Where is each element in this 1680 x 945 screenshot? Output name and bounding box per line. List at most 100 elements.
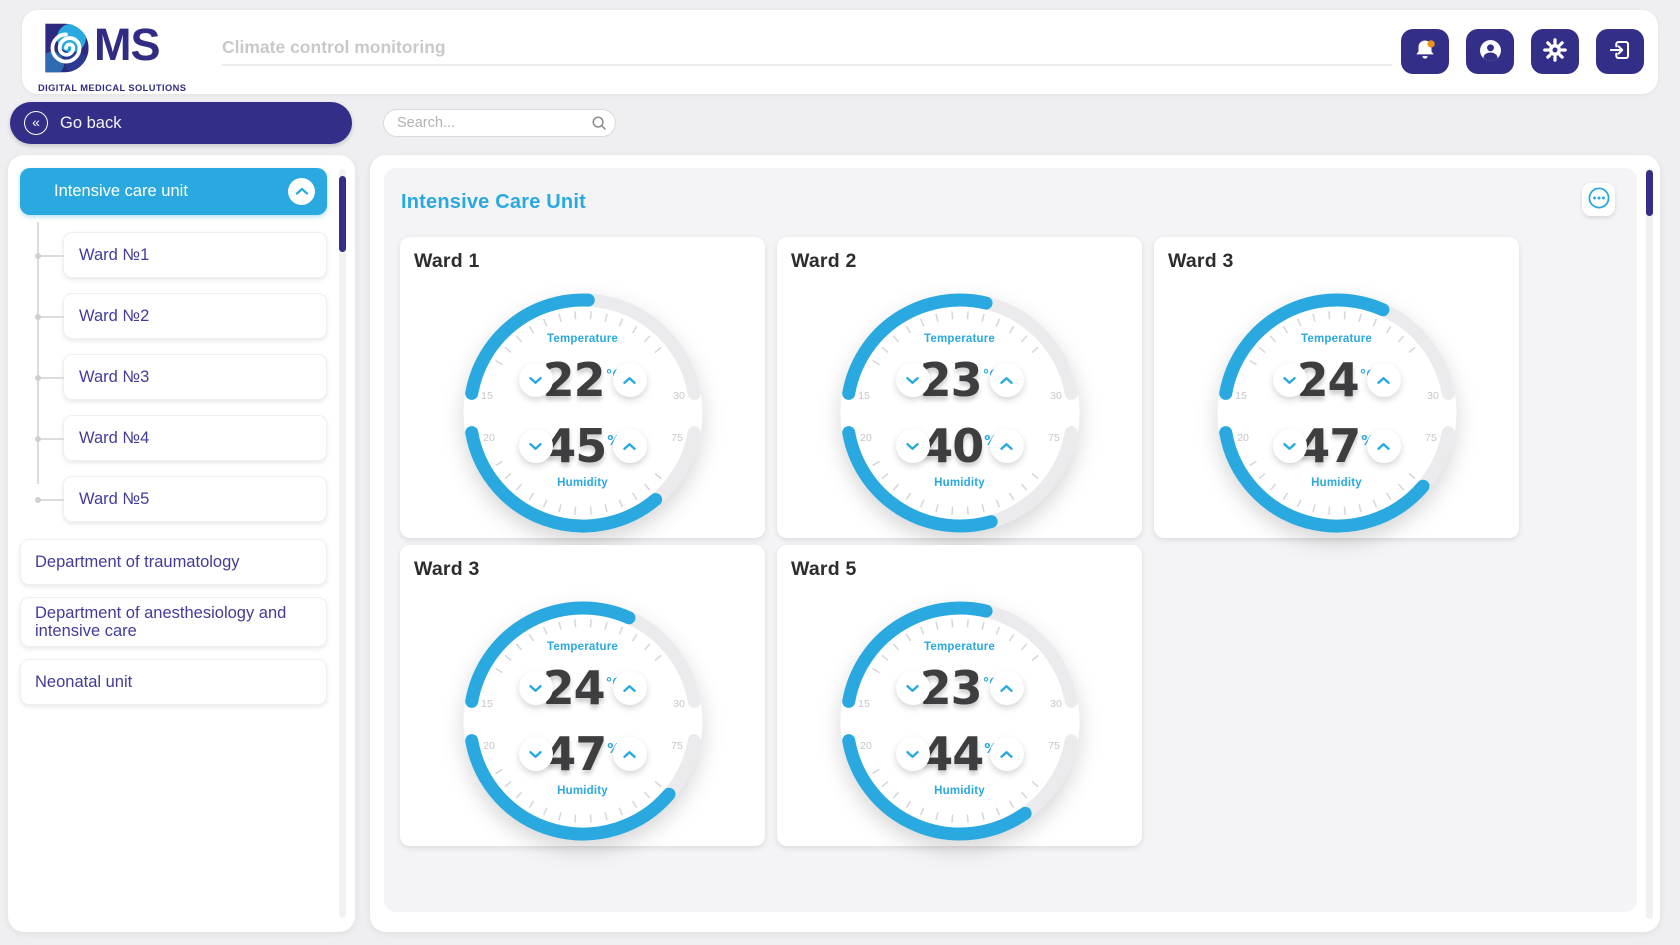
- sidebar-item-ward-1[interactable]: Ward №1: [35, 232, 327, 278]
- temperature-increase-button[interactable]: [1366, 363, 1401, 397]
- sidebar-item-intensive-care-unit[interactable]: Intensive care unit: [20, 168, 327, 215]
- climate-gauge: 15302075Temperature 23°C 40% Humidity: [834, 287, 1086, 539]
- chevron-down-icon: [528, 439, 543, 454]
- humidity-decrease-button[interactable]: [518, 737, 553, 771]
- department-nav-list: Department of traumatology Department of …: [20, 539, 327, 717]
- chevron-down-icon: [528, 747, 543, 762]
- humidity-value: 47%: [457, 731, 709, 789]
- humidity-value: 40%: [834, 423, 1086, 481]
- notifications-button[interactable]: [1401, 29, 1449, 74]
- humidity-label: Humidity: [1311, 477, 1362, 489]
- panel-menu-button[interactable]: [1582, 183, 1615, 216]
- ward-card-title: Ward 3: [1168, 250, 1234, 272]
- temperature-decrease-button[interactable]: [518, 363, 553, 397]
- humidity-increase-button[interactable]: [989, 737, 1024, 771]
- humidity-decrease-button[interactable]: [1272, 429, 1307, 463]
- sidebar-item-department-3[interactable]: Neonatal unit: [20, 659, 327, 706]
- humidity-label: Humidity: [557, 785, 608, 797]
- chevron-down-icon: [1282, 373, 1297, 388]
- humidity-increase-button[interactable]: [989, 429, 1024, 463]
- temperature-label: Temperature: [546, 333, 618, 345]
- ward-cards-grid: Ward 1 15302075Temperature 22°C 45% Humid…: [400, 237, 1520, 846]
- gear-icon: [1542, 37, 1568, 66]
- humidity-decrease-button[interactable]: [518, 429, 553, 463]
- humidity-increase-button[interactable]: [612, 429, 647, 463]
- chevron-up-icon: [622, 439, 637, 454]
- ward-nav-list: Ward №1 Ward №2 Ward №3 Ward №4 Ward №5: [8, 222, 355, 537]
- humidity-decrease-button[interactable]: [895, 737, 930, 771]
- climate-gauge: 15302075Temperature 22°C 45% Humidity: [457, 287, 709, 539]
- chevron-up-icon: [622, 373, 637, 388]
- chevron-up-icon: [1376, 439, 1391, 454]
- chevron-down-icon: [1282, 439, 1297, 454]
- account-button[interactable]: [1466, 29, 1514, 74]
- chevron-down-icon: [905, 681, 920, 696]
- search-input[interactable]: [383, 109, 616, 137]
- temperature-label: Temperature: [923, 641, 995, 653]
- collapse-button[interactable]: [288, 178, 315, 205]
- ward-card-title: Ward 3: [414, 558, 480, 580]
- sidebar-item-ward-3[interactable]: Ward №3: [35, 354, 327, 400]
- temperature-decrease-button[interactable]: [1272, 363, 1307, 397]
- humidity-increase-button[interactable]: [612, 737, 647, 771]
- climate-gauge: 15302075Temperature 23°C 44% Humidity: [834, 595, 1086, 847]
- temperature-decrease-button[interactable]: [518, 671, 553, 705]
- logo-subtitle: DIGITAL MEDICAL SOLUTIONS: [38, 83, 187, 93]
- unit-panel: Intensive Care Unit Ward 1 15 30 20 75 Temper…: [384, 168, 1637, 912]
- sidebar-item-label: Intensive care unit: [54, 182, 188, 200]
- ward-card: Ward 2 15302075Temperature 23°C 40% Humid…: [777, 237, 1142, 538]
- temperature-value: 24°C: [1211, 357, 1463, 415]
- ward-card-title: Ward 2: [791, 250, 857, 272]
- temperature-label: Temperature: [1300, 333, 1372, 345]
- ward-card: Ward 3 15302075Temperature 24°C 47% Humid…: [400, 545, 765, 846]
- chevron-down-icon: [528, 681, 543, 696]
- user-icon: [1477, 37, 1504, 67]
- humidity-value: 44%: [834, 731, 1086, 789]
- temperature-label: Temperature: [546, 641, 618, 653]
- chevron-up-icon: [295, 184, 309, 199]
- temperature-label: Temperature: [923, 333, 995, 345]
- sidebar-item-ward-2[interactable]: Ward №2: [35, 293, 327, 339]
- chevron-down-icon: [905, 439, 920, 454]
- go-back-button[interactable]: « Go back: [10, 102, 352, 144]
- sidebar-item-ward-4[interactable]: Ward №4: [35, 415, 327, 461]
- temperature-increase-button[interactable]: [989, 363, 1024, 397]
- main-scrollbar-track: [1646, 168, 1653, 919]
- double-chevron-left-icon: «: [24, 111, 48, 135]
- ward-card: Ward 1 15302075Temperature 22°C 45% Humid…: [400, 237, 765, 538]
- sidebar-item-department-1[interactable]: Department of traumatology: [20, 539, 327, 585]
- chevron-up-icon: [999, 439, 1014, 454]
- sidebar: Intensive care unit Ward №1 Ward №2 Ward №…: [8, 155, 355, 932]
- humidity-value: 45%: [457, 423, 709, 481]
- logout-icon: [1607, 37, 1633, 66]
- ward-card-title: Ward 5: [791, 558, 857, 580]
- chevron-up-icon: [622, 747, 637, 762]
- humidity-decrease-button[interactable]: [895, 429, 930, 463]
- humidity-label: Humidity: [934, 477, 985, 489]
- settings-button[interactable]: [1531, 29, 1579, 74]
- logout-button[interactable]: [1596, 29, 1644, 74]
- temperature-decrease-button[interactable]: [895, 363, 930, 397]
- humidity-increase-button[interactable]: [1366, 429, 1401, 463]
- temperature-value: 22°C: [457, 357, 709, 415]
- dms-logo-d-icon: [38, 19, 94, 82]
- search-icon: [590, 114, 608, 137]
- sidebar-item-department-2[interactable]: Department of anesthesiology and intensi…: [20, 597, 327, 648]
- chevron-up-icon: [622, 681, 637, 696]
- humidity-label: Humidity: [934, 785, 985, 797]
- search-box: [383, 109, 616, 137]
- temperature-increase-button[interactable]: [612, 671, 647, 705]
- temperature-value: 23°C: [834, 357, 1086, 415]
- temperature-decrease-button[interactable]: [895, 671, 930, 705]
- temperature-increase-button[interactable]: [612, 363, 647, 397]
- sidebar-item-ward-5[interactable]: Ward №5: [35, 476, 327, 522]
- chevron-down-icon: [905, 373, 920, 388]
- temperature-increase-button[interactable]: [989, 671, 1024, 705]
- dms-logo: MS DIGITAL MEDICAL SOLUTIONS: [38, 19, 208, 93]
- main-scrollbar-thumb[interactable]: [1646, 170, 1653, 216]
- temperature-value: 24°C: [457, 665, 709, 723]
- climate-gauge: 15302075Temperature 24°C 47% Humidity: [457, 595, 709, 847]
- page-title-input[interactable]: [222, 30, 1392, 66]
- climate-gauge: 15302075Temperature 24°C 47% Humidity: [1211, 287, 1463, 539]
- ellipsis-icon: [1587, 186, 1611, 213]
